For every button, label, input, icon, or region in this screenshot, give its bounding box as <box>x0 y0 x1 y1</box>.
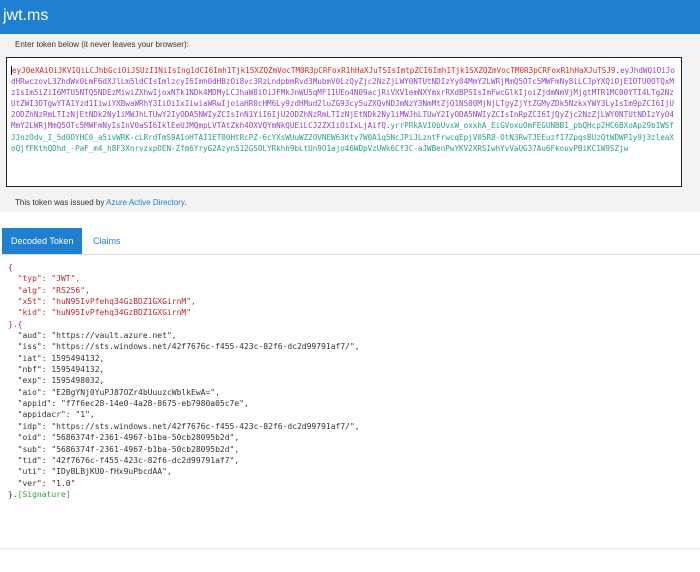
tab-bar: Decoded Token Claims <box>0 228 700 255</box>
payload-close-brace: }. <box>8 489 18 499</box>
header-line: "kid": "huN95IvPfehq34GzBDZ1GXGirnM" <box>8 308 192 318</box>
header-line: "typ": "JWT", <box>8 274 81 284</box>
payload-line: "tid": "42f7676c-f455-423c-82f6-dc2d9979… <box>8 455 240 465</box>
token-input-hint: Enter token below (it never leaves your … <box>15 40 189 49</box>
payload-line: "aud": "https://vault.azure.net", <box>8 331 177 341</box>
payload-line: "oid": "5686374f-2361-4967-b1ba-50cb2809… <box>8 433 240 443</box>
token-header-part: eyJ0eXAiOiJKV1QiLCJhbGciOiJSUzI1NiIsIng1… <box>12 66 616 75</box>
header-open-brace: { <box>8 263 13 272</box>
bottom-divider <box>0 548 700 549</box>
payload-line: "idp": "https://sts.windows.net/42f7676c… <box>8 421 360 431</box>
signature-label: [Signature] <box>17 489 71 499</box>
payload-line: "iss": "https://sts.windows.net/42f7676c… <box>8 342 360 352</box>
payload-line: "aio": "E2BgYNj0YuPJ87OZr4bUuuzcWblkEwA=… <box>8 387 220 397</box>
payload-line: "iat": 1595494132, <box>8 353 105 363</box>
issuer-note: This token was issued by Azure Active Di… <box>15 198 187 207</box>
header-line: "alg": "RS256", <box>8 285 90 295</box>
app-title: jwt.ms <box>3 7 49 24</box>
tab-claims[interactable]: Claims <box>84 228 130 254</box>
issuer-suffix: . <box>184 198 187 207</box>
top-bar: jwt.ms <box>0 0 700 34</box>
decoded-token-view: { "typ": "JWT", "alg": "RS256", "x5t": "… <box>8 262 360 500</box>
payload-line: "uti": "IDyBLBjKU0-fHx9uPbcdAA", <box>8 467 172 477</box>
header-line: "x5t": "huN95IvPfehq34GzBDZ1GXGirnM", <box>8 297 196 307</box>
token-input[interactable]: eyJ0eXAiOiJKV1QiLCJhbGciOiJSUzI1NiIsIng1… <box>6 57 682 187</box>
payload-line: "exp": 1595498032, <box>8 376 105 386</box>
payload-line: "ver": "1.0" <box>8 478 76 488</box>
header-payload-separator: }.{ <box>8 319 23 329</box>
tab-decoded-token[interactable]: Decoded Token <box>2 228 83 254</box>
issuer-link[interactable]: Azure Active Directory <box>106 198 184 207</box>
payload-line: "sub": "5686374f-2361-4967-b1ba-50cb2809… <box>8 444 240 454</box>
payload-line: "nbf": 1595494132, <box>8 365 105 375</box>
payload-line: "appidacr": "1", <box>8 410 95 420</box>
payload-line: "appid": "f7f6ec28-14e0-4a28-8675-eb7980… <box>8 399 249 409</box>
issuer-prefix: This token was issued by <box>15 198 107 207</box>
